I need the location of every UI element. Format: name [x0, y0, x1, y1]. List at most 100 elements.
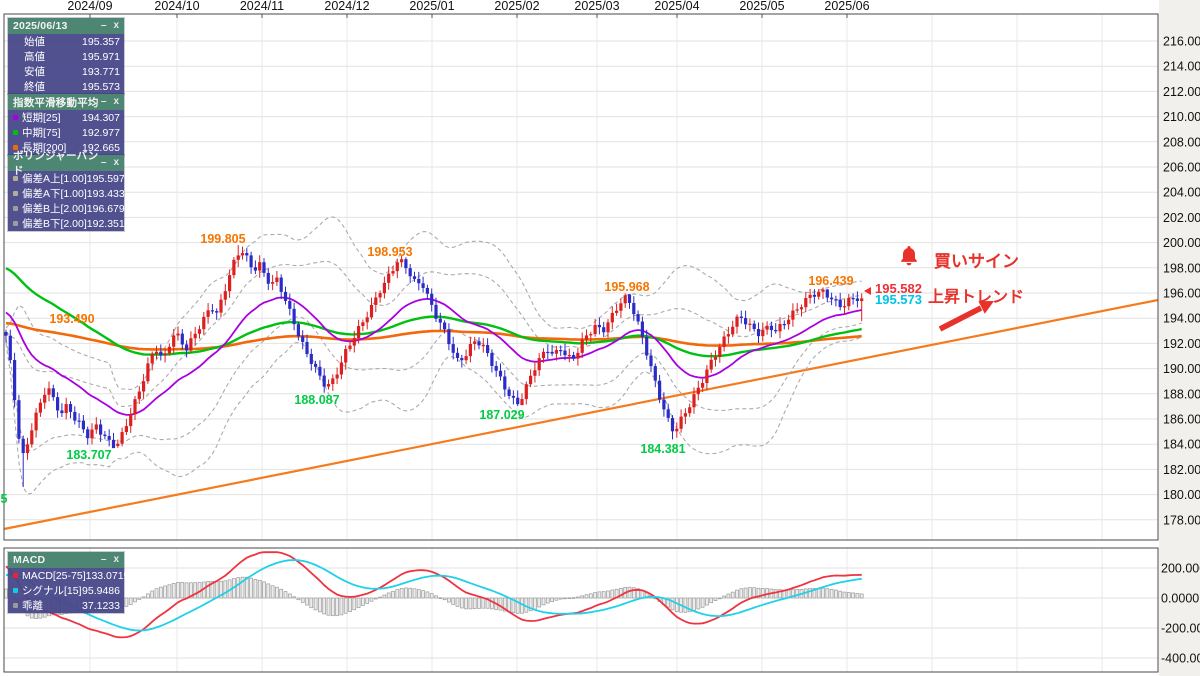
row-label: 安値	[24, 66, 45, 78]
svg-text:182.000: 182.000	[1163, 463, 1200, 477]
series-color-icon	[13, 115, 18, 120]
row-label: 中期[75]	[22, 127, 61, 139]
svg-text:216.000: 216.000	[1163, 35, 1200, 49]
svg-text:2025/03: 2025/03	[574, 0, 619, 13]
row-value: 196.679	[86, 202, 125, 215]
close-button[interactable]: x	[113, 552, 119, 568]
panel-header: MACD – x	[8, 552, 124, 568]
svg-text:-400.0000: -400.0000	[1161, 652, 1200, 666]
panel-header: ボリンジャーバンド – x	[8, 150, 124, 177]
row-label: 短期[25]	[22, 112, 61, 124]
svg-text:214.000: 214.000	[1163, 60, 1200, 74]
svg-text:2025/04: 2025/04	[654, 0, 699, 13]
row-label: 偏差A上[1.00]	[22, 173, 87, 185]
table-row: 乖離 37.1233	[8, 598, 124, 613]
svg-text:2025/02: 2025/02	[494, 0, 539, 13]
row-value: 37.1233	[82, 599, 120, 612]
svg-text:194.000: 194.000	[1163, 312, 1200, 326]
svg-text:212.000: 212.000	[1163, 85, 1200, 99]
row-label: 偏差A下[1.00]	[22, 188, 87, 200]
buy-signal-label[interactable]: 買いサイン	[934, 247, 1019, 272]
price-annotation: 198.953	[367, 245, 413, 259]
series-color-icon	[13, 603, 18, 608]
svg-text:186.000: 186.000	[1163, 413, 1200, 427]
price-marker-icon	[864, 287, 871, 295]
svg-text:210.000: 210.000	[1163, 110, 1200, 124]
svg-text:-200.0000: -200.0000	[1161, 622, 1200, 636]
row-label: 偏差B上[2.00]	[22, 203, 87, 215]
close-button[interactable]: x	[113, 94, 119, 110]
panel-header: 2025/06/13 – x	[8, 18, 124, 34]
row-value: 194.307	[82, 111, 120, 124]
svg-text:2024/10: 2024/10	[154, 0, 199, 13]
svg-text:202.000: 202.000	[1163, 211, 1200, 225]
chart-canvas[interactable]: 2024/09 2024/10 2024/11 2024/12 2025/01 2025/…	[0, 0, 1200, 676]
series-color-icon	[13, 221, 18, 226]
series-color-icon	[13, 588, 18, 593]
panel-title: MACD	[13, 554, 46, 566]
price-annotation: 195.968	[604, 280, 650, 294]
table-row: 短期[25] 194.307	[8, 110, 124, 125]
uptrend-arrow-icon[interactable]	[936, 296, 1000, 336]
close-button[interactable]: x	[113, 155, 119, 171]
price-annotation: 193.490	[49, 312, 95, 326]
macd-panel: MACD – x MACD[25-75] 133.0719 シグナル[15] 95.…	[8, 552, 129, 613]
svg-text:188.000: 188.000	[1163, 387, 1200, 401]
series-color-icon	[13, 206, 18, 211]
price-annotation: 199.805	[200, 232, 246, 246]
current-price-lower: 195.573	[875, 292, 922, 307]
svg-text:198.000: 198.000	[1163, 261, 1200, 275]
svg-text:196.000: 196.000	[1163, 287, 1200, 301]
table-row: 偏差B下[2.00] 192.351	[8, 216, 125, 231]
table-row: 偏差A上[1.00] 195.597	[8, 171, 125, 186]
table-row: 終値 195.573	[8, 79, 124, 94]
row-value: 195.597	[86, 172, 125, 185]
row-value: 195.573	[82, 80, 120, 93]
panel-title: 指数平滑移動平均	[13, 96, 99, 109]
close-button[interactable]: x	[113, 18, 119, 34]
ema-panel: 指数平滑移動平均 – x 短期[25] 194.307 中期[75] 192.977…	[8, 94, 124, 155]
row-value: 192.977	[82, 126, 120, 139]
row-label: シグナル[15]	[22, 585, 82, 597]
table-row: MACD[25-75] 133.0719	[8, 568, 129, 583]
minimize-button[interactable]: –	[101, 18, 107, 34]
minimize-button[interactable]: –	[101, 94, 107, 110]
row-value: 133.0719	[85, 569, 130, 582]
svg-text:204.000: 204.000	[1163, 186, 1200, 200]
row-label: 偏差B下[2.00]	[22, 218, 87, 230]
table-row: シグナル[15] 95.9486	[8, 583, 124, 598]
svg-text:2024/09: 2024/09	[67, 0, 112, 13]
svg-text:2025/06: 2025/06	[824, 0, 869, 13]
svg-text:208.000: 208.000	[1163, 135, 1200, 149]
svg-text:2025/01: 2025/01	[409, 0, 454, 13]
row-label: 終値	[24, 81, 45, 93]
svg-text:2024/12: 2024/12	[324, 0, 369, 13]
price-annotation: 188.087	[294, 393, 340, 407]
series-color-icon	[13, 573, 18, 578]
price-annotation: 184.381	[640, 442, 686, 456]
row-value: 193.433	[86, 187, 125, 200]
svg-text:200.000: 200.000	[1163, 236, 1200, 250]
bell-icon[interactable]	[897, 244, 921, 268]
chart-window: 2024/09 2024/10 2024/11 2024/12 2025/01 2025/…	[0, 0, 1200, 676]
table-row: 中期[75] 192.977	[8, 125, 124, 140]
row-value: 95.9486	[82, 584, 120, 597]
minimize-button[interactable]: –	[101, 552, 107, 568]
table-row: 偏差B上[2.00] 196.679	[8, 201, 125, 216]
svg-text:184.000: 184.000	[1163, 438, 1200, 452]
table-row: 偏差A下[1.00] 193.433	[8, 186, 125, 201]
table-row: 始値 195.357	[8, 34, 124, 49]
svg-text:200.0000: 200.0000	[1161, 562, 1200, 576]
ohlc-panel: 2025/06/13 – x 始値 195.357 高値 195.971 安値 193…	[8, 18, 124, 94]
panel-header: 指数平滑移動平均 – x	[8, 94, 124, 110]
table-row: 高値 195.971	[8, 49, 124, 64]
row-value: 195.357	[82, 35, 120, 48]
price-annotation: 187.029	[479, 408, 525, 422]
svg-text:206.000: 206.000	[1163, 161, 1200, 175]
svg-text:0.0000: 0.0000	[1161, 592, 1199, 606]
series-color-icon	[13, 176, 18, 181]
series-color-icon	[13, 191, 18, 196]
series-color-icon	[13, 130, 18, 135]
row-label: 乖離	[22, 600, 43, 612]
minimize-button[interactable]: –	[101, 155, 107, 171]
